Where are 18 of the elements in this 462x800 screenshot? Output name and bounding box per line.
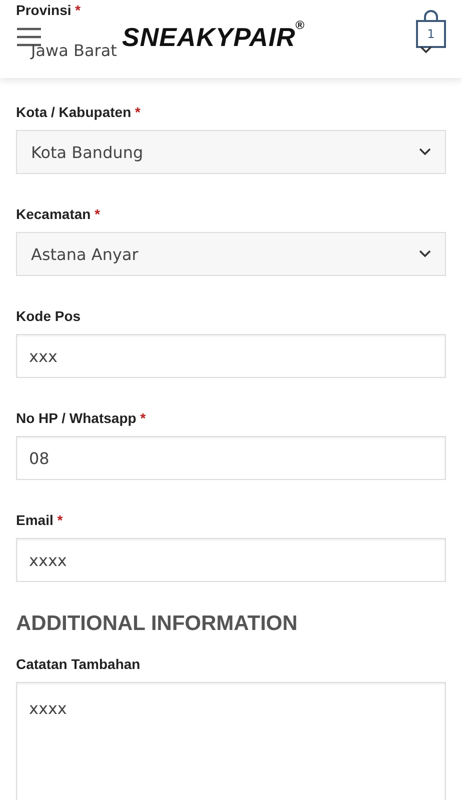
notes-textarea[interactable]: xxxx <box>16 682 446 800</box>
field-label: Kota / Kabupaten * <box>16 103 142 122</box>
logo[interactable]: SNEAKYPAIR$^{®}$ <box>122 22 305 52</box>
select-field[interactable]: Astana Anyar <box>16 232 446 276</box>
input-field[interactable]: xxxx <box>16 538 446 582</box>
field-label: Kode Pos <box>16 307 82 326</box>
field-label: Catatan Tambahan <box>16 655 142 674</box>
chevron-down-icon <box>419 148 431 156</box>
chevron-down-icon <box>420 46 432 54</box>
field-label: Provinsi * <box>16 1 82 20</box>
input-field[interactable]: xxx <box>16 334 446 378</box>
input-field[interactable]: 08 <box>16 436 446 480</box>
section-heading: ADDITIONAL INFORMATION <box>16 612 299 636</box>
chevron-down-icon <box>419 250 431 258</box>
field-label: No HP / Whatsapp * <box>16 409 147 428</box>
select-field[interactable]: Kota Bandung <box>16 130 446 174</box>
field-label: Email * <box>16 511 64 530</box>
field-label: Kecamatan * <box>16 205 102 224</box>
